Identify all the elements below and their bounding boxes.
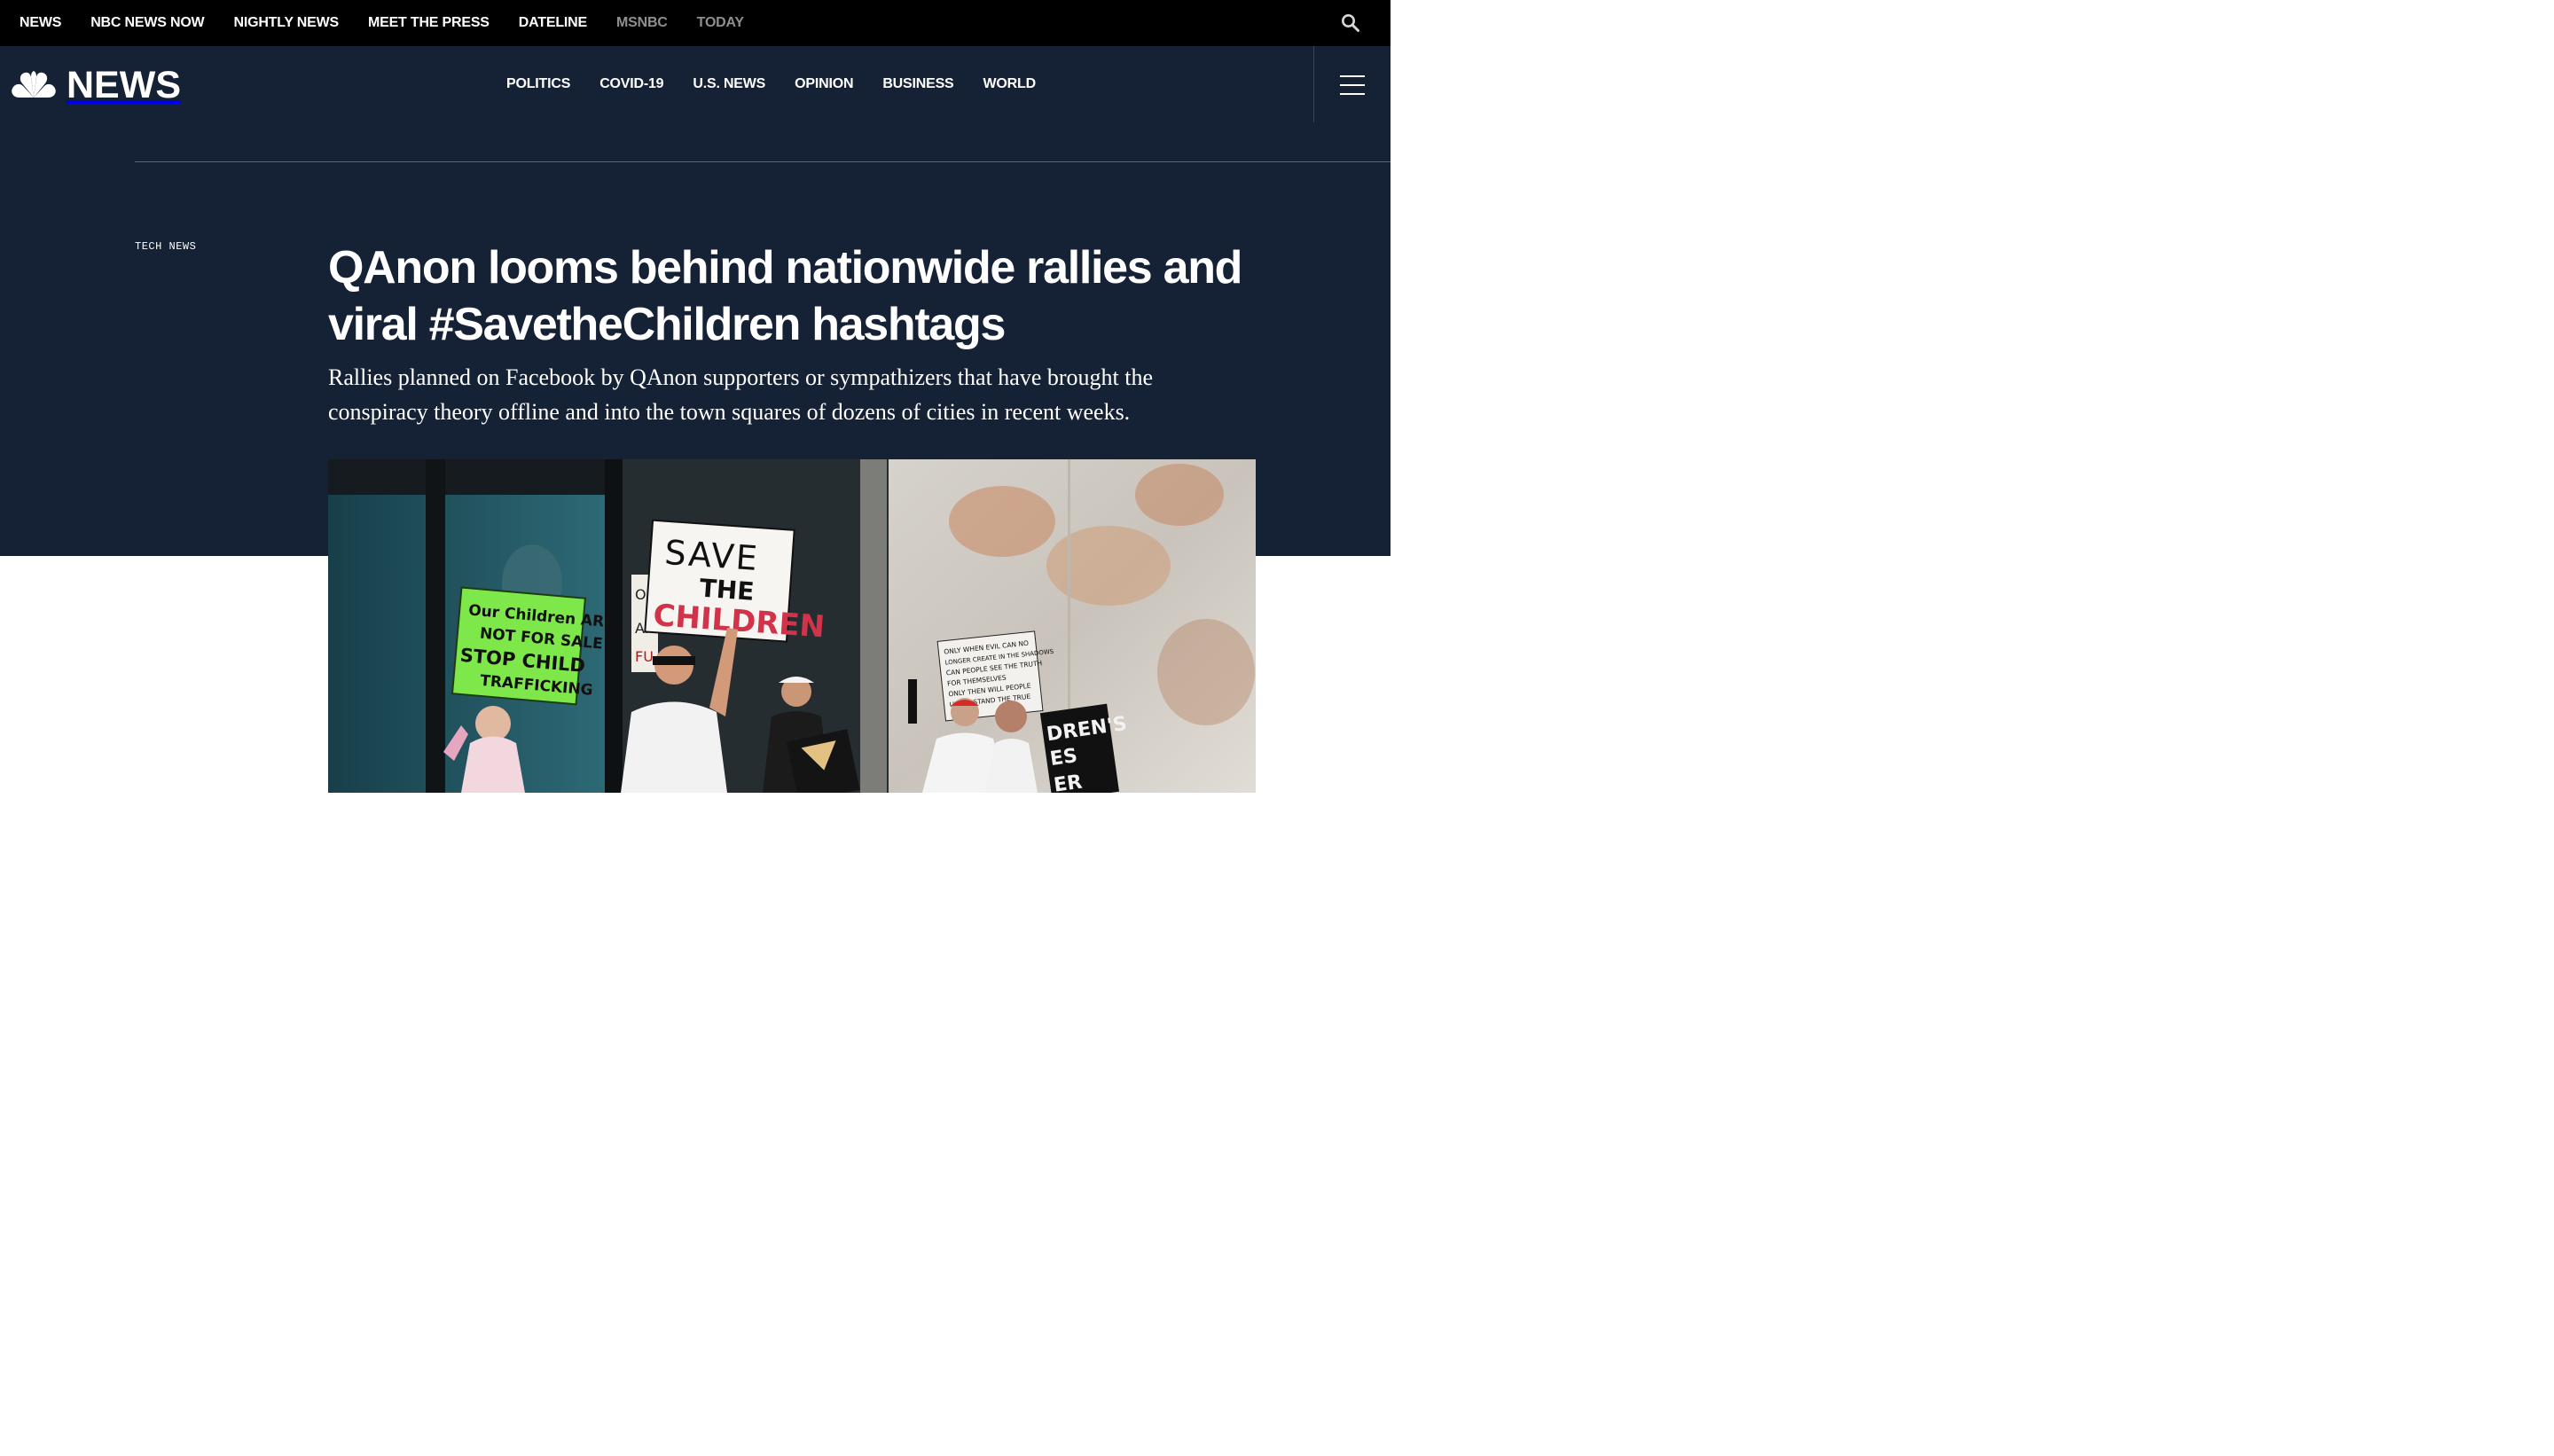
section-link-business[interactable]: BUSINESS	[882, 76, 953, 92]
network-link-nightly-news[interactable]: NIGHTLY NEWS	[233, 15, 339, 31]
search-button[interactable]	[1341, 13, 1360, 33]
network-link-nbc-news-now[interactable]: NBC NEWS NOW	[90, 15, 204, 31]
network-nav: NEWS NBC NEWS NOW NIGHTLY NEWS MEET THE …	[20, 0, 773, 46]
rally-photo: Our Children ARE NOT FOR SALE STOP CHILD…	[328, 459, 1256, 793]
section-link-opinion[interactable]: OPINION	[795, 76, 853, 92]
sign-behind-line3: FU	[635, 648, 654, 665]
network-link-meet-the-press[interactable]: MEET THE PRESS	[368, 15, 490, 31]
section-link-world[interactable]: WORLD	[983, 76, 1037, 92]
sign-far-right-line2: ES	[1049, 745, 1079, 771]
section-link-politics[interactable]: POLITICS	[506, 76, 570, 92]
section-link-covid-19[interactable]: COVID-19	[599, 76, 663, 92]
network-link-dateline[interactable]: DATELINE	[519, 15, 587, 31]
sign-center-line1: SAVE	[663, 533, 760, 578]
search-icon	[1342, 14, 1359, 32]
network-link-news[interactable]: NEWS	[20, 15, 61, 31]
network-link-today[interactable]: TODAY	[697, 15, 744, 31]
article-headline: QAnon looms behind nationwide rallies an…	[328, 242, 1242, 350]
logo-wordmark: NEWS	[67, 64, 181, 106]
article-dek: Rallies planned on Facebook by QAnon sup…	[328, 364, 1154, 425]
section-link-us-news[interactable]: U.S. NEWS	[693, 76, 765, 92]
peacock-icon	[12, 71, 56, 98]
sign-far-right-line3: ER	[1053, 771, 1084, 793]
section-nav: POLITICS COVID-19 U.S. NEWS OPINION BUSI…	[506, 76, 1065, 92]
lead-image[interactable]: Our Children ARE NOT FOR SALE STOP CHILD…	[328, 459, 1256, 793]
menu-divider	[1313, 46, 1314, 122]
hamburger-menu-button[interactable]	[1340, 75, 1365, 95]
article-section-label[interactable]: TECH NEWS	[135, 240, 196, 253]
header-divider	[135, 161, 1391, 162]
network-link-msnbc[interactable]: MSNBC	[616, 15, 668, 31]
network-nav-bar: NEWS NBC NEWS NOW NIGHTLY NEWS MEET THE …	[0, 0, 1391, 46]
nbc-news-logo[interactable]: NEWS	[10, 64, 181, 106]
